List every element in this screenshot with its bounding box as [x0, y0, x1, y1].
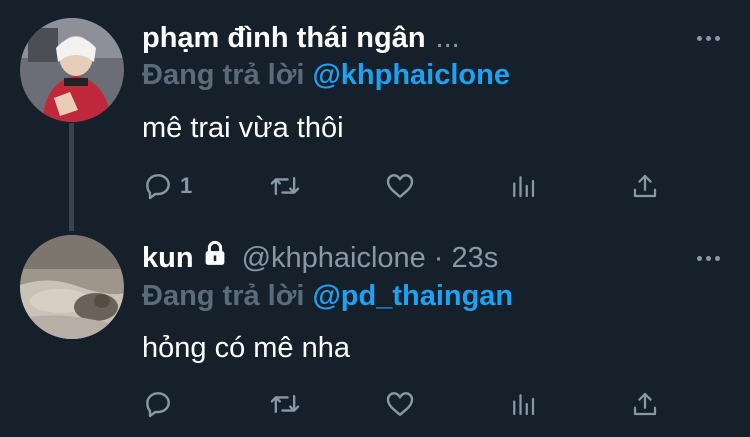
lock-icon	[200, 238, 230, 279]
retweet-icon	[270, 394, 300, 414]
retweet-button[interactable]	[268, 384, 302, 424]
reply-button[interactable]: 1	[142, 166, 192, 206]
tweet-text: mê trai vừa thôi	[142, 112, 344, 144]
avatar[interactable]	[20, 235, 124, 339]
analytics-icon	[513, 176, 535, 198]
retweet-button[interactable]	[268, 166, 302, 206]
reply-count: 1	[180, 173, 193, 198]
replying-to-handle[interactable]: @pd_thaingan	[312, 280, 513, 312]
action-bar	[142, 384, 662, 424]
share-button[interactable]	[630, 384, 660, 424]
action-bar: 1	[142, 166, 662, 206]
thread-line	[69, 123, 74, 231]
tweet-text: hỏng có mê nha	[142, 332, 350, 364]
heart-icon	[386, 392, 414, 416]
tweet-1[interactable]: phạm đình thái ngân ... Đang trả lời @kh…	[0, 0, 750, 231]
more-icon[interactable]	[697, 238, 720, 278]
display-name[interactable]: phạm đình thái ngân	[142, 18, 426, 58]
like-button[interactable]	[384, 384, 422, 424]
replying-prefix: Đang trả lời	[142, 59, 305, 91]
tweet-2[interactable]: kun @khphaiclone · 23s Đang trả lời @pd_…	[0, 230, 750, 437]
avatar[interactable]	[20, 18, 124, 122]
tweet-header: kun @khphaiclone · 23s	[142, 238, 498, 278]
reply-icon	[146, 392, 170, 418]
display-name[interactable]: kun	[142, 238, 194, 278]
more-icon[interactable]	[697, 18, 720, 58]
share-icon	[633, 392, 657, 416]
heart-icon	[386, 174, 414, 198]
reply-icon	[146, 174, 170, 200]
timestamp[interactable]: · 23s	[434, 238, 498, 278]
replying-to-line: Đang trả lời @khphaiclone	[142, 55, 510, 95]
share-button[interactable]	[630, 166, 660, 206]
analytics-button[interactable]	[508, 384, 538, 424]
replying-prefix: Đang trả lời	[142, 280, 305, 312]
replying-to-handle[interactable]: @khphaiclone	[312, 59, 509, 91]
analytics-button[interactable]	[508, 166, 538, 206]
share-icon	[633, 174, 657, 198]
analytics-icon	[513, 394, 535, 416]
replying-to-line: Đang trả lời @pd_thaingan	[142, 276, 513, 316]
handle[interactable]: @khphaiclone	[242, 238, 426, 278]
tweet-header: phạm đình thái ngân ...	[142, 18, 460, 58]
reply-button[interactable]	[142, 384, 180, 424]
retweet-icon	[270, 176, 300, 196]
like-button[interactable]	[384, 166, 422, 206]
name-truncation: ...	[435, 22, 460, 54]
